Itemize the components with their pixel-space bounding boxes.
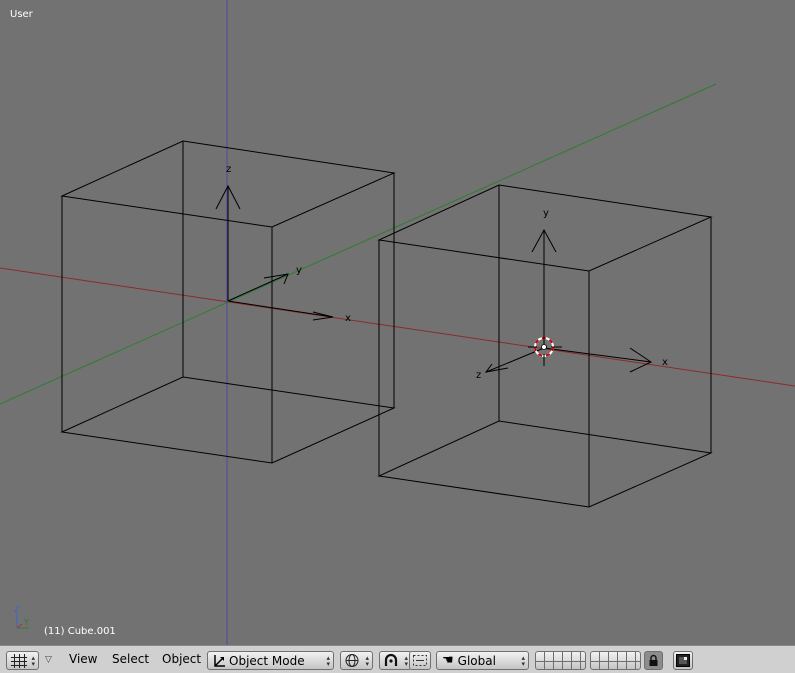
layers-group-1[interactable] <box>535 651 586 670</box>
view3d-header: ▴ ▾ ▽ View Select Object Object Mode ▴ ▾ ▴… <box>0 645 795 673</box>
updown-arrows-icon: ▴ ▾ <box>521 654 525 668</box>
pivot-point-button[interactable]: ▴ ▾ <box>379 651 412 670</box>
editor-type-button[interactable]: ▴ ▾ <box>6 651 39 670</box>
scene-wireframe: z y x y x z Z Y <box>0 0 795 645</box>
cube-left-z-label: z <box>226 164 231 175</box>
updown-arrows-icon: ▴ ▾ <box>326 654 330 668</box>
align-objects-button[interactable] <box>409 651 431 670</box>
object-mode-icon <box>214 654 225 667</box>
wire-sphere-icon <box>345 654 359 667</box>
menu-object[interactable]: Object <box>162 652 201 666</box>
lock-icon <box>649 654 658 666</box>
cube-right-x-label: x <box>662 357 668 368</box>
3d-viewport[interactable]: User z y x y x z Z Y (11) Cube.001 <box>0 0 795 645</box>
layers-group-2[interactable] <box>590 651 641 670</box>
menu-view[interactable]: View <box>69 652 97 666</box>
cube-right-y-label: y <box>543 208 549 219</box>
menu-select[interactable]: Select <box>112 652 149 666</box>
mini-axis-widget: Z Y <box>14 605 29 629</box>
updown-arrows-icon: ▴ ▾ <box>404 654 408 668</box>
world-x-axis-line <box>0 267 795 387</box>
mode-label: Object Mode <box>229 653 305 668</box>
lock-layers-button[interactable] <box>644 651 663 670</box>
hand-icon: ☚ <box>442 653 454 668</box>
updown-arrows-icon: ▴ ▾ <box>365 654 369 668</box>
cube-right-local-axes <box>484 228 653 373</box>
cube-left-y-label: y <box>296 265 302 276</box>
mode-select[interactable]: Object Mode ▴ ▾ <box>207 651 334 670</box>
viewport-shading-button[interactable]: ▴ ▾ <box>340 651 373 670</box>
render-icon <box>676 654 690 667</box>
align-icon <box>413 655 427 666</box>
collapse-menus-icon[interactable]: ▽ <box>45 655 52 665</box>
orientation-label: Global <box>457 653 496 668</box>
cube-right-z-label: z <box>476 370 481 381</box>
transform-orientation-select[interactable]: ☚ Global ▴ ▾ <box>436 651 529 670</box>
mini-axis-z-label: Z <box>14 605 20 614</box>
render-button[interactable] <box>673 651 693 670</box>
pivot-icon <box>384 653 398 666</box>
mini-axis-y-label: Y <box>23 618 29 627</box>
grid-icon <box>11 654 27 668</box>
updown-arrows-icon: ▴ ▾ <box>31 654 35 668</box>
object-info: (11) Cube.001 <box>44 626 116 637</box>
cube-left-x-label: x <box>345 313 351 324</box>
